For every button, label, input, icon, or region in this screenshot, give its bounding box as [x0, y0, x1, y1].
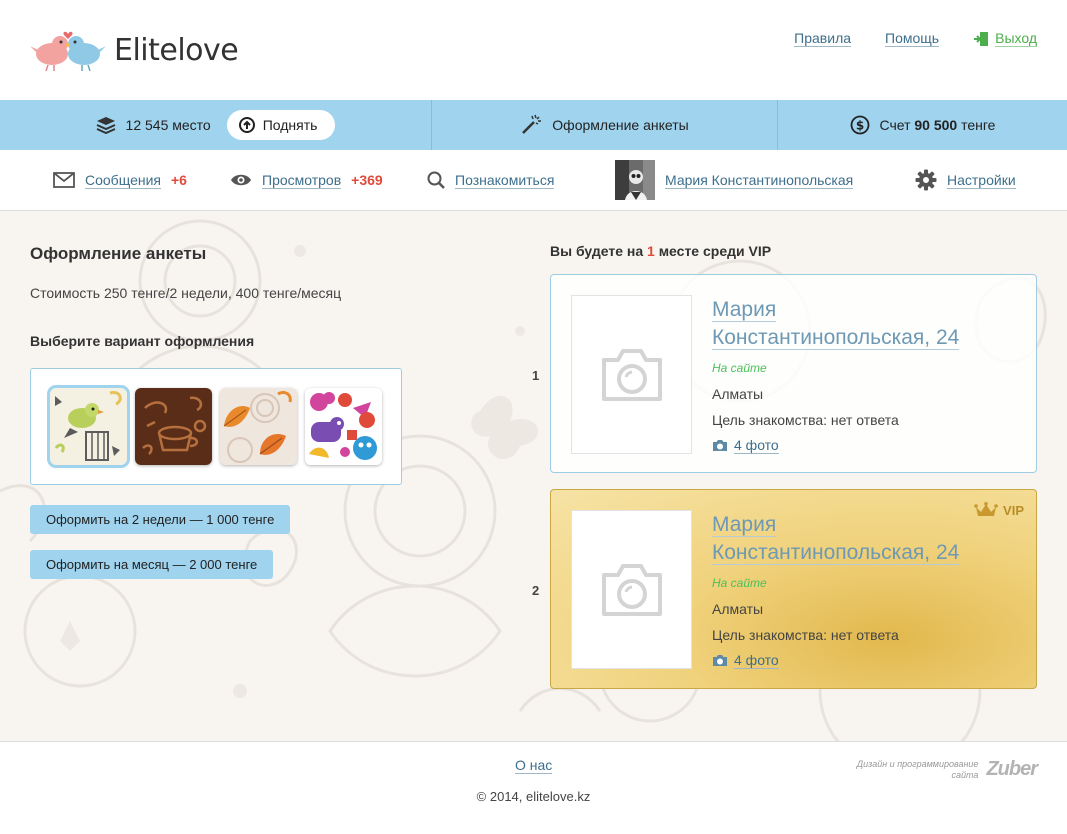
- nav-messages[interactable]: Сообщения +6: [53, 150, 187, 210]
- photo-placeholder[interactable]: [571, 295, 692, 454]
- status-bar: 12 545 место Поднять Оформление анкеты $…: [0, 100, 1067, 150]
- rating-cell: 12 545 место Поднять: [0, 100, 432, 150]
- avatar[interactable]: [615, 160, 655, 200]
- theme-picker: [30, 368, 402, 485]
- meet-link[interactable]: Познакомиться: [455, 172, 555, 189]
- photos-link-wrap[interactable]: 4 фото: [712, 437, 779, 454]
- credit-line2: сайта: [951, 769, 979, 780]
- online-status: На сайте: [712, 576, 767, 590]
- nav-profile[interactable]: Мария Константинопольская: [615, 150, 854, 210]
- views-count: +369: [351, 172, 383, 188]
- developer-credit[interactable]: Дизайн и программирование сайта Zuber: [857, 758, 1038, 781]
- profile-goal: Цель знакомства: нет ответа: [712, 627, 899, 643]
- help-link[interactable]: Помощь: [885, 30, 940, 47]
- order-two-weeks-button[interactable]: Оформить на 2 недели — 1 000 тенге: [30, 505, 291, 534]
- svg-text:$: $: [855, 119, 863, 133]
- arrow-up-circle-icon: [238, 117, 255, 133]
- profile-last-name-age[interactable]: Константинопольская, 24: [712, 326, 960, 350]
- raise-button[interactable]: Поднять: [226, 110, 336, 140]
- account-prefix: Счет: [879, 117, 911, 133]
- profile-city: Алматы: [712, 386, 764, 402]
- camera-icon: [601, 563, 662, 616]
- footer: О нас © 2014, elitelove.kz Дизайн и прог…: [0, 741, 1067, 834]
- theme-option-leaves[interactable]: [220, 388, 297, 465]
- cartoons-theme-thumbnail: [305, 388, 382, 465]
- choose-title: Выберите вариант оформления: [30, 333, 255, 349]
- theme-option-cartoons[interactable]: [305, 388, 382, 465]
- messages-link[interactable]: Сообщения: [85, 172, 161, 189]
- theme-option-birds[interactable]: [47, 385, 130, 468]
- credit-line1: Дизайн и программирование: [856, 758, 979, 769]
- raise-label: Поднять: [262, 117, 318, 133]
- magic-wand-icon: [522, 114, 542, 134]
- top-links: Правила Помощь Выход: [794, 30, 1037, 47]
- main-nav: Сообщения +6 Просмотров +369 Познакомить…: [0, 150, 1067, 211]
- rules-link[interactable]: Правила: [794, 30, 852, 47]
- exit-link[interactable]: Выход: [995, 30, 1037, 47]
- main-content: Оформление анкеты Стоимость 250 тенге/2 …: [0, 211, 1067, 741]
- gear-icon: [915, 169, 937, 191]
- vip-head-prefix: Вы будете на: [550, 243, 644, 259]
- header: Elitelove Правила Помощь Выход: [0, 0, 1067, 100]
- online-status: На сайте: [712, 361, 767, 375]
- profile-first-name[interactable]: Мария: [712, 513, 777, 537]
- vip-head-suffix: месте среди VIP: [658, 243, 772, 259]
- design-label: Оформление анкеты: [552, 117, 689, 133]
- messages-count: +6: [170, 172, 187, 188]
- nav-views[interactable]: Просмотров +369: [230, 150, 383, 210]
- vip-head-number: 1: [647, 243, 655, 259]
- account-amount: 90 500: [914, 117, 958, 133]
- profile-card[interactable]: Мария Константинопольская, 24 На сайте А…: [550, 274, 1037, 473]
- birds-theme-thumbnail: [50, 388, 127, 465]
- theme-option-coffee[interactable]: [135, 388, 212, 465]
- photos-link[interactable]: 4 фото: [734, 652, 779, 669]
- coffee-theme-thumbnail: [135, 388, 212, 465]
- dollar-circle-icon: $: [850, 115, 869, 135]
- camera-icon: [601, 348, 662, 401]
- views-link[interactable]: Просмотров: [262, 172, 342, 189]
- lovebirds-logo-icon: [30, 31, 106, 72]
- about-link[interactable]: О нас: [515, 757, 553, 774]
- vip-preview-heading: Вы будете на 1 месте среди VIP: [550, 243, 771, 259]
- nav-meet[interactable]: Познакомиться: [427, 150, 555, 210]
- profile-name[interactable]: Мария Константинопольская, 24: [712, 296, 1012, 352]
- camera-small-icon: [713, 440, 727, 451]
- profile-first-name[interactable]: Мария: [712, 298, 777, 322]
- photos-link[interactable]: 4 фото: [734, 437, 779, 454]
- profile-name[interactable]: Мария Константинопольская, 24: [712, 511, 1012, 567]
- account-cell[interactable]: $ Счет 90 500 тенге: [778, 100, 1067, 150]
- exit-door-icon: [974, 31, 989, 46]
- credit-text: Дизайн и программирование сайта: [857, 759, 979, 781]
- profile-goal: Цель знакомства: нет ответа: [712, 412, 899, 428]
- account-currency: тенге: [961, 117, 996, 133]
- logo[interactable]: Elitelove: [30, 28, 239, 72]
- rank-number: 2: [532, 583, 540, 598]
- nav-settings[interactable]: Настройки: [915, 150, 1016, 210]
- account-text: Счет 90 500 тенге: [880, 117, 996, 133]
- place-text: 12 545 место: [125, 117, 211, 133]
- exit-link-wrap[interactable]: Выход: [973, 30, 1037, 47]
- design-cell[interactable]: Оформление анкеты: [432, 100, 778, 150]
- profile-last-name-age[interactable]: Константинопольская, 24: [712, 541, 960, 565]
- profile-city: Алматы: [712, 601, 764, 617]
- profile-name-link[interactable]: Мария Константинопольская: [665, 172, 854, 189]
- order-month-button[interactable]: Оформить на месяц — 2 000 тенге: [30, 550, 274, 579]
- zuber-logo: Zuber: [986, 758, 1038, 780]
- profile-card-vip[interactable]: VIP Мария Константинопольская, 24 На сай…: [550, 489, 1037, 689]
- eye-icon: [231, 174, 251, 186]
- copyright: © 2014, elitelove.kz: [476, 789, 591, 804]
- leaves-theme-thumbnail: [220, 388, 297, 465]
- rank-number: 1: [532, 368, 540, 383]
- search-icon: [427, 171, 445, 189]
- price-text: Стоимость 250 тенге/2 недели, 400 тенге/…: [30, 285, 342, 301]
- camera-small-icon: [713, 655, 727, 666]
- page-title: Оформление анкеты: [30, 244, 207, 263]
- settings-link[interactable]: Настройки: [947, 172, 1016, 189]
- photos-link-wrap[interactable]: 4 фото: [712, 652, 779, 669]
- layers-icon: [96, 117, 115, 134]
- envelope-icon: [53, 172, 75, 188]
- photo-placeholder[interactable]: [571, 510, 692, 669]
- logo-text: Elitelove: [114, 32, 239, 68]
